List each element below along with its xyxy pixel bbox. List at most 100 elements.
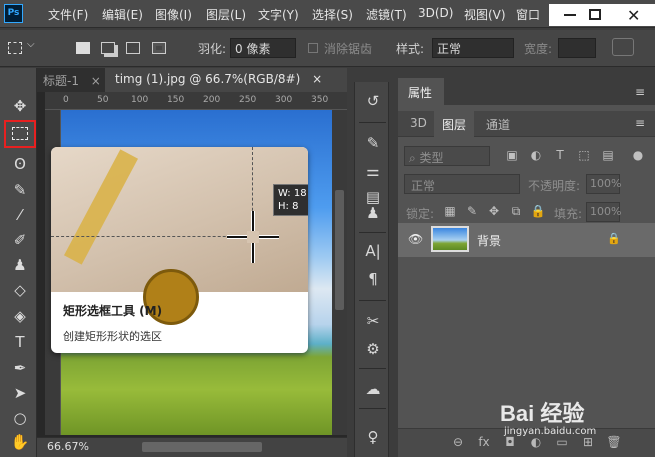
adjustments-icon[interactable]: ⚌ bbox=[362, 160, 384, 182]
close-tab-icon[interactable]: × bbox=[312, 72, 322, 86]
panel-menu-icon[interactable]: ≡ bbox=[635, 85, 645, 99]
opacity-input[interactable]: 100% bbox=[586, 174, 621, 194]
feather-label: 羽化: bbox=[198, 42, 227, 56]
tab-properties[interactable]: 属性 bbox=[398, 78, 444, 105]
menu-edit[interactable]: 编辑(E) bbox=[102, 6, 143, 23]
lock-all-icon[interactable]: 🔒 bbox=[530, 203, 546, 219]
layer-filter-select[interactable]: ⌕ 类型 bbox=[404, 146, 490, 166]
lock-row: 锁定: ▦ ✎ ✥ ⧉ 🔒 填充: 100% bbox=[398, 198, 655, 226]
brush-tool-icon[interactable]: ✐ bbox=[10, 230, 30, 250]
close-icon[interactable]: ✕ bbox=[627, 6, 640, 25]
paint-bucket-tool-icon[interactable]: ◈ bbox=[10, 306, 30, 326]
menu-image[interactable]: 图像(I) bbox=[155, 6, 192, 23]
quick-selection-tool-icon[interactable]: ✎ bbox=[10, 180, 30, 200]
width-label: 宽度: bbox=[524, 42, 553, 56]
tab-layers[interactable]: 图层 bbox=[434, 111, 475, 137]
type-tool-icon[interactable]: T bbox=[10, 332, 30, 352]
filter-label: 类型 bbox=[419, 151, 444, 165]
tab-3d[interactable]: 3D bbox=[402, 111, 435, 137]
panel-menu-icon[interactable]: ≡ bbox=[635, 116, 645, 130]
minimize-icon[interactable] bbox=[564, 14, 576, 16]
fill-label: 填充: bbox=[554, 207, 583, 221]
new-selection-icon[interactable] bbox=[76, 42, 90, 54]
readout-height: H: 8 bbox=[278, 201, 299, 212]
close-tab-icon[interactable]: × bbox=[91, 74, 101, 88]
style-select[interactable]: 正常 bbox=[432, 38, 514, 58]
horizontal-scroll-thumb[interactable] bbox=[142, 442, 262, 452]
stamp-tool-icon[interactable]: ♟ bbox=[10, 255, 30, 275]
link-layers-icon[interactable]: ⊖ bbox=[450, 435, 466, 451]
fill-input[interactable]: 100% bbox=[586, 202, 621, 222]
menu-type[interactable]: 文字(Y) bbox=[258, 6, 299, 23]
tab-untitled[interactable]: 标题-1 × bbox=[43, 68, 101, 92]
layer-item[interactable]: 👁 背景 🔒 bbox=[398, 223, 655, 257]
lock-artboard-icon[interactable]: ⧉ bbox=[508, 203, 524, 219]
layer-name[interactable]: 背景 bbox=[477, 232, 501, 249]
antialias-checkbox[interactable] bbox=[308, 43, 318, 53]
ruler-mark: 150 bbox=[167, 95, 185, 105]
smart-object-filter-icon[interactable]: ▤ bbox=[600, 147, 616, 163]
menu-layer[interactable]: 图层(L) bbox=[206, 6, 246, 23]
layers-tabs: 3D 图层 通道 ≡ bbox=[398, 111, 655, 137]
libraries-icon[interactable]: ☁ bbox=[362, 378, 384, 400]
pen-tool-icon[interactable]: ✒ bbox=[10, 358, 30, 378]
feather-input[interactable]: 0 像素 bbox=[230, 38, 296, 58]
chevron-down-icon[interactable]: ⌵ bbox=[27, 39, 35, 50]
zoom-level[interactable]: 66.67% bbox=[47, 440, 89, 453]
menu-3d[interactable]: 3D(D) bbox=[418, 6, 453, 20]
menu-window[interactable]: 窗口 bbox=[516, 6, 540, 23]
ruler-mark: 50 bbox=[97, 95, 109, 105]
adjustment-filter-icon[interactable]: ◐ bbox=[528, 147, 544, 163]
menu-select[interactable]: 选择(S) bbox=[312, 6, 353, 23]
hand-tool-icon[interactable]: ✋ bbox=[10, 432, 30, 452]
marquee-preset-icon[interactable] bbox=[8, 42, 22, 54]
menu-view[interactable]: 视图(V) bbox=[464, 6, 506, 23]
learn-icon[interactable]: ♀ bbox=[362, 426, 384, 448]
maximize-icon[interactable] bbox=[589, 9, 601, 20]
fx-icon[interactable]: fx bbox=[476, 435, 492, 451]
size-readout: W: 18 H: 8 bbox=[273, 184, 308, 216]
path-selection-tool-icon[interactable]: ➤ bbox=[10, 383, 30, 403]
menu-file[interactable]: 文件(F) bbox=[48, 6, 88, 23]
filter-toggle-icon[interactable]: ● bbox=[630, 147, 646, 163]
type-filter-icon[interactable]: T bbox=[552, 147, 568, 163]
tab-channels[interactable]: 通道 bbox=[478, 111, 518, 137]
lock-paint-icon[interactable]: ✎ bbox=[464, 203, 480, 219]
character-icon[interactable]: A| bbox=[362, 240, 384, 262]
clone-source-icon[interactable]: ♟ bbox=[362, 202, 384, 224]
history-icon[interactable]: ↺ bbox=[362, 90, 384, 112]
vertical-scroll-thumb[interactable] bbox=[335, 190, 344, 310]
layer-filter-row: ⌕ 类型 ▣ ◐ T ⬚ ▤ ● bbox=[398, 142, 655, 170]
layer-thumbnail bbox=[431, 226, 469, 252]
blend-row: 正常 不透明度: 100% bbox=[398, 170, 655, 198]
lasso-tool-icon[interactable]: ʘ bbox=[10, 154, 30, 174]
eyedropper-tool-icon[interactable]: ⁄ bbox=[10, 205, 30, 225]
crosshair-icon bbox=[227, 211, 279, 263]
ellipse-tool-icon[interactable]: ○ bbox=[10, 408, 30, 428]
move-tool-icon[interactable]: ✥ bbox=[10, 96, 30, 116]
tools-preset-icon[interactable]: ✂ bbox=[362, 310, 384, 332]
blend-mode-select[interactable]: 正常 bbox=[404, 174, 520, 194]
image-filter-icon[interactable]: ▣ bbox=[504, 147, 520, 163]
intersect-selection-icon[interactable] bbox=[152, 42, 166, 54]
eye-icon[interactable]: 👁 bbox=[408, 232, 423, 246]
tools-panel: ✥ ʘ ✎ ⁄ ✐ ♟ ◇ ◈ T ✒ ➤ ○ ✋ bbox=[0, 68, 37, 457]
tab-timg[interactable]: timg (1).jpg @ 66.7%(RGB/8#) × bbox=[105, 68, 347, 92]
search-icon: ⌕ bbox=[409, 151, 420, 165]
shape-filter-icon[interactable]: ⬚ bbox=[576, 147, 592, 163]
tool-tooltip: W: 18 H: 8 矩形选框工具 (M) 创建矩形形状的选区 bbox=[51, 147, 308, 353]
swap-dimensions-icon[interactable] bbox=[612, 38, 634, 56]
rectangular-marquee-tool[interactable] bbox=[4, 120, 36, 148]
menu-filter[interactable]: 滤镜(T) bbox=[366, 6, 407, 23]
window-controls: ✕ bbox=[549, 4, 655, 26]
panel-dock: ↺ ✎ ⚌ ▤ ♟ A| ¶ ✂ ⚙ ☁ ♀ bbox=[354, 82, 389, 457]
paragraph-icon[interactable]: ¶ bbox=[362, 268, 384, 290]
subtract-selection-icon[interactable] bbox=[126, 42, 140, 54]
eraser-tool-icon[interactable]: ◇ bbox=[10, 280, 30, 300]
lock-position-icon[interactable]: ✥ bbox=[486, 203, 502, 219]
add-selection-icon[interactable] bbox=[101, 42, 115, 54]
brush-settings-icon[interactable]: ✎ bbox=[362, 132, 384, 154]
width-input[interactable] bbox=[558, 38, 596, 58]
lock-pixels-icon[interactable]: ▦ bbox=[442, 203, 458, 219]
actions-icon[interactable]: ⚙ bbox=[362, 338, 384, 360]
